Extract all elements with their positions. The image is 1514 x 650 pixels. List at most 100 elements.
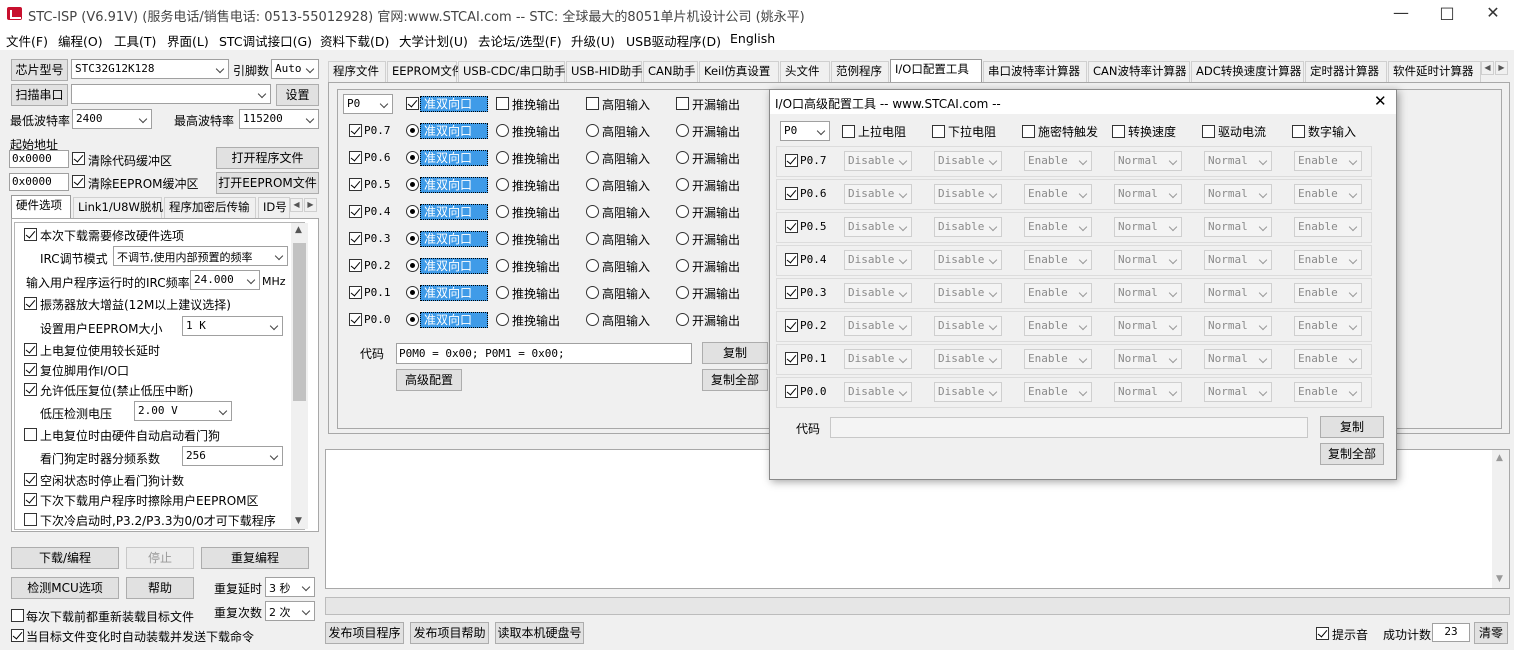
dialog-pin-option-select[interactable]: Disable [844, 184, 912, 204]
dialog-pin-option-select[interactable]: Normal [1114, 382, 1182, 402]
dialog-pin-option-select[interactable]: Enable [1024, 349, 1092, 369]
dialog-pin-option-select[interactable]: Enable [1294, 151, 1362, 171]
dialog-pin-checkbox[interactable] [785, 319, 798, 332]
chip-type-button[interactable]: 芯片型号 [11, 59, 68, 81]
right-tab-scroll-right-icon[interactable]: ▶ [1495, 61, 1508, 75]
tab-encrypt[interactable]: 程序加密后传输 [164, 197, 256, 218]
scroll-up-icon[interactable]: ▲ [295, 225, 302, 235]
dialog-pin-option-select[interactable]: Normal [1114, 151, 1182, 171]
sound-checkbox[interactable] [1316, 627, 1329, 640]
dialog-pin-option-select[interactable]: Enable [1024, 151, 1092, 171]
pin-mode-radio[interactable] [406, 259, 419, 272]
dialog-pin-option-select[interactable]: Disable [934, 184, 1002, 204]
pin-mode-radio[interactable] [496, 232, 509, 245]
io-code-output[interactable]: P0M0 = 0x00; P0M1 = 0x00; [396, 343, 692, 364]
dialog-pin-option-select[interactable]: Normal [1204, 316, 1272, 336]
header-quasi-checkbox[interactable] [406, 97, 419, 110]
menu-upgrade[interactable]: 升级(U) [571, 31, 615, 50]
tab-scroll-right-icon[interactable]: ▶ [304, 198, 317, 212]
pin-mode-radio[interactable] [406, 232, 419, 245]
pin-mode-radio[interactable] [496, 259, 509, 272]
right-tab-scroll-left-icon[interactable]: ◀ [1481, 61, 1494, 75]
clear-eeprom-checkbox[interactable] [72, 175, 85, 188]
publish-help-button[interactable]: 发布项目帮助 [410, 622, 489, 644]
dialog-pin-option-select[interactable]: Normal [1114, 250, 1182, 270]
dialog-pin-option-select[interactable]: Disable [844, 250, 912, 270]
dialog-header-checkbox[interactable] [842, 125, 855, 138]
tab-io-config[interactable]: I/O口配置工具 [890, 59, 982, 82]
dialog-header-checkbox[interactable] [1112, 125, 1125, 138]
dialog-pin-option-select[interactable]: Disable [934, 382, 1002, 402]
tab-id[interactable]: ID号 [258, 197, 290, 218]
eeprom-size-select[interactable]: 1 K [182, 316, 283, 336]
minimize-icon[interactable]: — [1378, 0, 1424, 28]
long-delay-checkbox[interactable] [24, 343, 37, 356]
dialog-pin-option-select[interactable]: Normal [1204, 217, 1272, 237]
open-eeprom-file-button[interactable]: 打开EEPROM文件 [216, 172, 319, 194]
pin-mode-radio[interactable] [406, 313, 419, 326]
read-disk-button[interactable]: 读取本机硬盘号 [495, 622, 584, 644]
pin-mode-radio[interactable] [676, 151, 689, 164]
menu-debug[interactable]: STC调试接口(G) [219, 31, 312, 50]
tab-link1[interactable]: Link1/U8W脱机 [73, 197, 163, 218]
dialog-pin-option-select[interactable]: Normal [1114, 184, 1182, 204]
dialog-pin-option-select[interactable]: Enable [1294, 316, 1362, 336]
dialog-pin-option-select[interactable]: Enable [1294, 349, 1362, 369]
dialog-pin-option-select[interactable]: Normal [1114, 316, 1182, 336]
pin-mode-radio[interactable] [586, 232, 599, 245]
dialog-pin-option-select[interactable]: Disable [844, 382, 912, 402]
options-scrollbar[interactable]: ▲ ▼ [291, 223, 308, 529]
wdt-div-select[interactable]: 256 [182, 446, 283, 466]
pin-mode-radio[interactable] [496, 313, 509, 326]
dialog-copy-button[interactable]: 复制 [1320, 416, 1384, 438]
io-port-select[interactable]: P0 [343, 94, 393, 114]
menu-download[interactable]: 资料下载(D) [320, 31, 389, 50]
log-scrollbar[interactable]: ▲ ▼ [1492, 450, 1509, 588]
pin-mode-radio[interactable] [676, 178, 689, 191]
stop-button[interactable]: 停止 [126, 547, 194, 569]
auto-wdt-checkbox[interactable] [24, 428, 37, 441]
pin-mode-radio[interactable] [406, 151, 419, 164]
dialog-pin-option-select[interactable]: Normal [1204, 151, 1272, 171]
clear-count-button[interactable]: 清零 [1474, 622, 1508, 644]
log-scroll-down-icon[interactable]: ▼ [1496, 574, 1503, 584]
pin-mode-radio[interactable] [676, 313, 689, 326]
lvd-reset-checkbox[interactable] [24, 383, 37, 396]
dialog-header-checkbox[interactable] [932, 125, 945, 138]
pin-mode-radio[interactable] [496, 124, 509, 137]
reprogram-button[interactable]: 重复编程 [201, 547, 309, 569]
tab-uart-baud[interactable]: 串口波特率计算器 [983, 61, 1087, 82]
dialog-pin-option-select[interactable]: Normal [1204, 184, 1272, 204]
dialog-pin-option-select[interactable]: Enable [1294, 217, 1362, 237]
menu-university[interactable]: 大学计划(U) [399, 31, 468, 50]
irc-mode-select[interactable]: 不调节,使用内部预置的频率 [113, 246, 288, 266]
tab-adc[interactable]: ADC转换速度计算器 [1191, 61, 1304, 82]
dialog-pin-option-select[interactable]: Disable [844, 283, 912, 303]
code-address-input[interactable]: 0x0000 [9, 150, 69, 168]
dialog-pin-option-select[interactable]: Enable [1024, 283, 1092, 303]
dialog-pin-option-select[interactable]: Enable [1024, 382, 1092, 402]
scroll-down-icon[interactable]: ▼ [295, 516, 302, 526]
dialog-pin-option-select[interactable]: Disable [844, 151, 912, 171]
pin-count-select[interactable]: Auto [271, 59, 319, 79]
pin-mode-radio[interactable] [586, 178, 599, 191]
dialog-pin-option-select[interactable]: Normal [1114, 217, 1182, 237]
menu-forum[interactable]: 去论坛/选型(F) [478, 31, 562, 50]
menu-english[interactable]: English [730, 31, 775, 46]
dialog-pin-option-select[interactable]: Normal [1204, 349, 1272, 369]
dialog-header-checkbox[interactable] [1202, 125, 1215, 138]
pin-mode-radio[interactable] [406, 124, 419, 137]
pin-mode-radio[interactable] [676, 259, 689, 272]
max-baud-select[interactable]: 115200 [239, 109, 319, 129]
help-button[interactable]: 帮助 [126, 577, 194, 599]
advanced-config-button[interactable]: 高级配置 [396, 369, 462, 391]
dialog-pin-option-select[interactable]: Disable [844, 349, 912, 369]
publish-program-button[interactable]: 发布项目程序 [325, 622, 404, 644]
header-open-drain-checkbox[interactable] [676, 97, 689, 110]
maximize-icon[interactable]: □ [1424, 0, 1470, 28]
pin-mode-radio[interactable] [676, 286, 689, 299]
dialog-pin-checkbox[interactable] [785, 253, 798, 266]
dialog-pin-option-select[interactable]: Disable [934, 349, 1002, 369]
close-icon[interactable]: ✕ [1470, 0, 1514, 28]
tab-keil[interactable]: Keil仿真设置 [699, 61, 779, 82]
